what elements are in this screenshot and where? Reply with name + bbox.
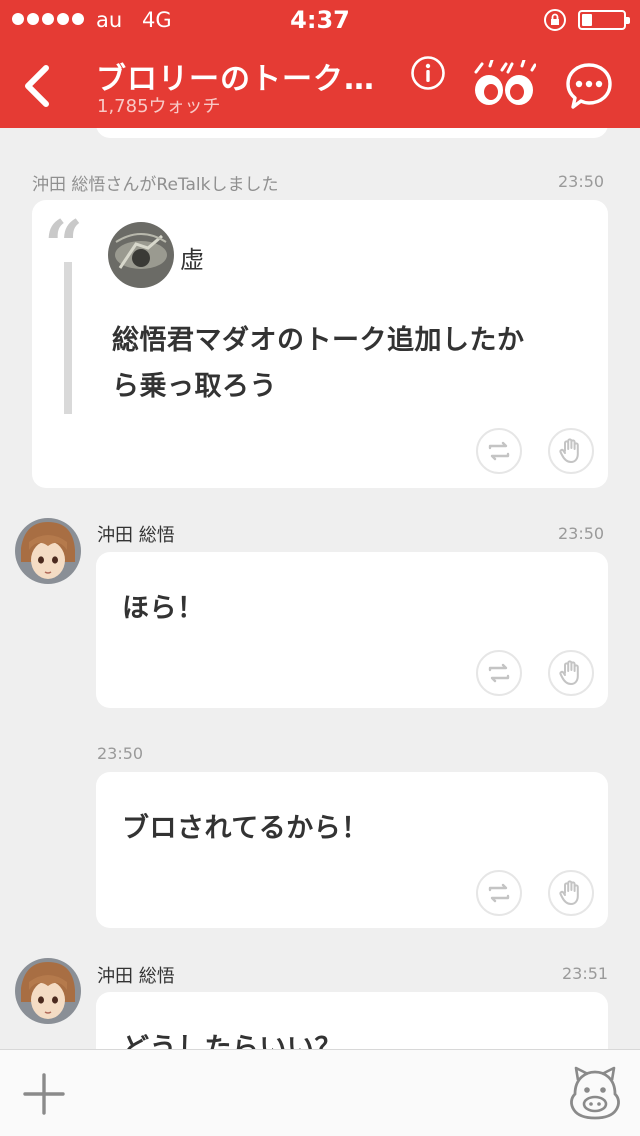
watch-count: 1,785ウォッチ <box>97 96 221 117</box>
status-bar: au 4G 4:37 <box>0 0 640 40</box>
author-name[interactable]: 沖田 総悟 <box>97 521 175 547</box>
retalk-card[interactable]: “ 虚 総悟君マダオのトーク追加したか ら乗っ取ろう <box>32 200 608 488</box>
quote-bar <box>64 262 72 414</box>
app-header: au 4G 4:37 ブロリーのトーク… 1,785ウォッチ <box>0 0 640 128</box>
battery-icon <box>578 10 630 30</box>
mascot-icon[interactable] <box>568 1064 622 1120</box>
back-button[interactable] <box>18 62 58 110</box>
battery-fill <box>582 14 592 26</box>
message-card[interactable]: ブロされてるから！ <box>96 772 608 928</box>
author-avatar[interactable] <box>15 518 81 584</box>
retalk-icon <box>488 441 510 461</box>
hand-icon <box>559 660 579 685</box>
previous-card <box>96 128 608 138</box>
quoted-text-line-2: ら乗っ取ろう <box>112 371 277 402</box>
quoted-author-avatar[interactable] <box>108 222 174 288</box>
author-avatar[interactable] <box>15 958 81 1024</box>
watch-eyes-icon[interactable] <box>472 60 536 108</box>
author-name[interactable]: 沖田 総悟 <box>97 962 175 988</box>
message-time: 23:51 <box>562 964 609 983</box>
message-card[interactable]: ほら！ <box>96 552 608 708</box>
message-time: 23:50 <box>558 524 605 543</box>
bottom-bar <box>0 1049 640 1136</box>
retalk-button[interactable] <box>476 650 522 696</box>
retalk-time: 23:50 <box>558 172 605 191</box>
hand-icon <box>559 880 579 905</box>
message-text: どうしたらいい？ <box>122 1033 342 1049</box>
retalk-button[interactable] <box>476 428 522 474</box>
message-card[interactable]: どうしたらいい？ <box>96 992 608 1049</box>
like-button[interactable] <box>548 428 594 474</box>
hand-icon <box>559 438 579 463</box>
message-text: ほら！ <box>122 593 205 624</box>
retalk-notice: 沖田 総悟さんがReTalkしました <box>32 175 279 195</box>
message-time: 23:50 <box>97 744 144 763</box>
talk-feed[interactable]: 沖田 総悟さんがReTalkしました 23:50 “ 虚 総悟君マダオのトーク追… <box>0 128 640 1049</box>
retalk-icon <box>488 663 510 683</box>
quoted-author-name[interactable]: 虚 <box>180 240 204 275</box>
quoted-text-line-1: 総悟君マダオのトーク追加したか <box>112 325 525 356</box>
info-icon[interactable] <box>410 55 446 91</box>
rotation-lock-icon <box>544 9 566 31</box>
like-button[interactable] <box>548 650 594 696</box>
message-text: ブロされてるから！ <box>122 813 369 844</box>
chat-bubble-icon[interactable] <box>565 62 613 110</box>
like-button[interactable] <box>548 870 594 916</box>
retalk-button[interactable] <box>476 870 522 916</box>
retalk-icon <box>488 883 510 903</box>
plus-icon[interactable] <box>22 1072 66 1116</box>
